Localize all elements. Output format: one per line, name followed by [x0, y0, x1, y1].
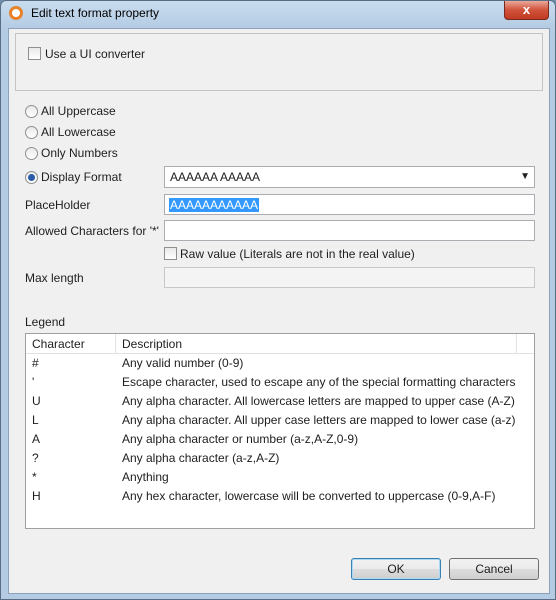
row-character: #: [32, 356, 39, 370]
raw-value-checkbox[interactable]: [164, 247, 177, 260]
close-icon: x: [522, 2, 531, 17]
placeholder-value: AAAAAAAAAAA: [169, 198, 260, 212]
row-description: Any hex character, lowercase will be con…: [122, 489, 496, 503]
radio-all-lowercase-label: All Lowercase: [41, 125, 116, 139]
display-format-value: AAAAAA AAAAA: [170, 170, 261, 184]
ok-button[interactable]: OK: [351, 558, 441, 580]
row-character: H: [32, 489, 41, 503]
legend-table[interactable]: Character Description # Any valid number…: [25, 333, 535, 529]
table-row[interactable]: * Anything: [26, 468, 534, 487]
raw-value-label: Raw value (Literals are not in the real …: [180, 247, 415, 261]
table-row[interactable]: A Any alpha character or number (a-z,A-Z…: [26, 430, 534, 449]
table-row[interactable]: ? Any alpha character (a-z,A-Z): [26, 449, 534, 468]
column-divider: [516, 334, 517, 353]
close-button[interactable]: x: [504, 1, 549, 20]
column-header-character[interactable]: Character: [32, 337, 85, 351]
row-character: ': [32, 375, 35, 389]
row-description: Any valid number (0-9): [122, 356, 244, 370]
allowed-characters-input[interactable]: [164, 220, 535, 241]
row-description: Any alpha character. All lowercase lette…: [122, 394, 515, 408]
window-title: Edit text format property: [31, 6, 160, 20]
table-row[interactable]: # Any valid number (0-9): [26, 354, 534, 373]
max-length-input[interactable]: [164, 267, 535, 288]
converter-group: Use a UI converter: [15, 33, 543, 91]
row-character: *: [32, 470, 37, 484]
radio-only-numbers[interactable]: [25, 147, 38, 160]
radio-all-lowercase[interactable]: [25, 126, 38, 139]
max-length-label: Max length: [25, 271, 84, 285]
radio-all-uppercase[interactable]: [25, 105, 38, 118]
allowed-characters-label: Allowed Characters for '*': [25, 224, 159, 238]
row-character: A: [32, 432, 41, 446]
chevron-down-icon[interactable]: ▼: [520, 171, 530, 182]
title-bar[interactable]: Edit text format property x: [1, 1, 555, 27]
column-divider: [115, 334, 116, 353]
column-header-description[interactable]: Description: [122, 337, 182, 351]
radio-display-format-label: Display Format: [41, 170, 122, 184]
row-character: U: [32, 394, 41, 408]
table-row[interactable]: ' Escape character, used to escape any o…: [26, 373, 534, 392]
app-icon: [9, 6, 23, 20]
row-character: L: [32, 413, 39, 427]
display-format-select[interactable]: AAAAAA AAAAA ▼: [164, 166, 535, 188]
radio-only-numbers-label: Only Numbers: [41, 146, 118, 160]
use-ui-converter-label: Use a UI converter: [45, 47, 146, 61]
placeholder-input[interactable]: AAAAAAAAAAA: [164, 194, 535, 215]
use-ui-converter-checkbox[interactable]: [28, 47, 41, 60]
row-description: Any alpha character. All upper case lett…: [122, 413, 516, 427]
legend-label: Legend: [25, 315, 66, 329]
table-row[interactable]: U Any alpha character. All lowercase let…: [26, 392, 534, 411]
row-description: Any alpha character or number (a-z,A-Z,0…: [122, 432, 359, 446]
placeholder-label: PlaceHolder: [25, 198, 91, 212]
radio-all-uppercase-label: All Uppercase: [41, 104, 116, 118]
row-description: Any alpha character (a-z,A-Z): [122, 451, 280, 465]
dialog-client-area: Use a UI converter All Uppercase All Low…: [8, 28, 550, 594]
row-description: Anything: [122, 470, 169, 484]
row-description: Escape character, used to escape any of …: [122, 375, 516, 389]
legend-header-row: Character Description: [26, 334, 534, 354]
table-row[interactable]: H Any hex character, lowercase will be c…: [26, 487, 534, 506]
radio-display-format[interactable]: [25, 171, 38, 184]
cancel-button[interactable]: Cancel: [449, 558, 539, 580]
row-character: ?: [32, 451, 39, 465]
dialog-window: Edit text format property x Use a UI con…: [0, 0, 556, 600]
table-row[interactable]: L Any alpha character. All upper case le…: [26, 411, 534, 430]
